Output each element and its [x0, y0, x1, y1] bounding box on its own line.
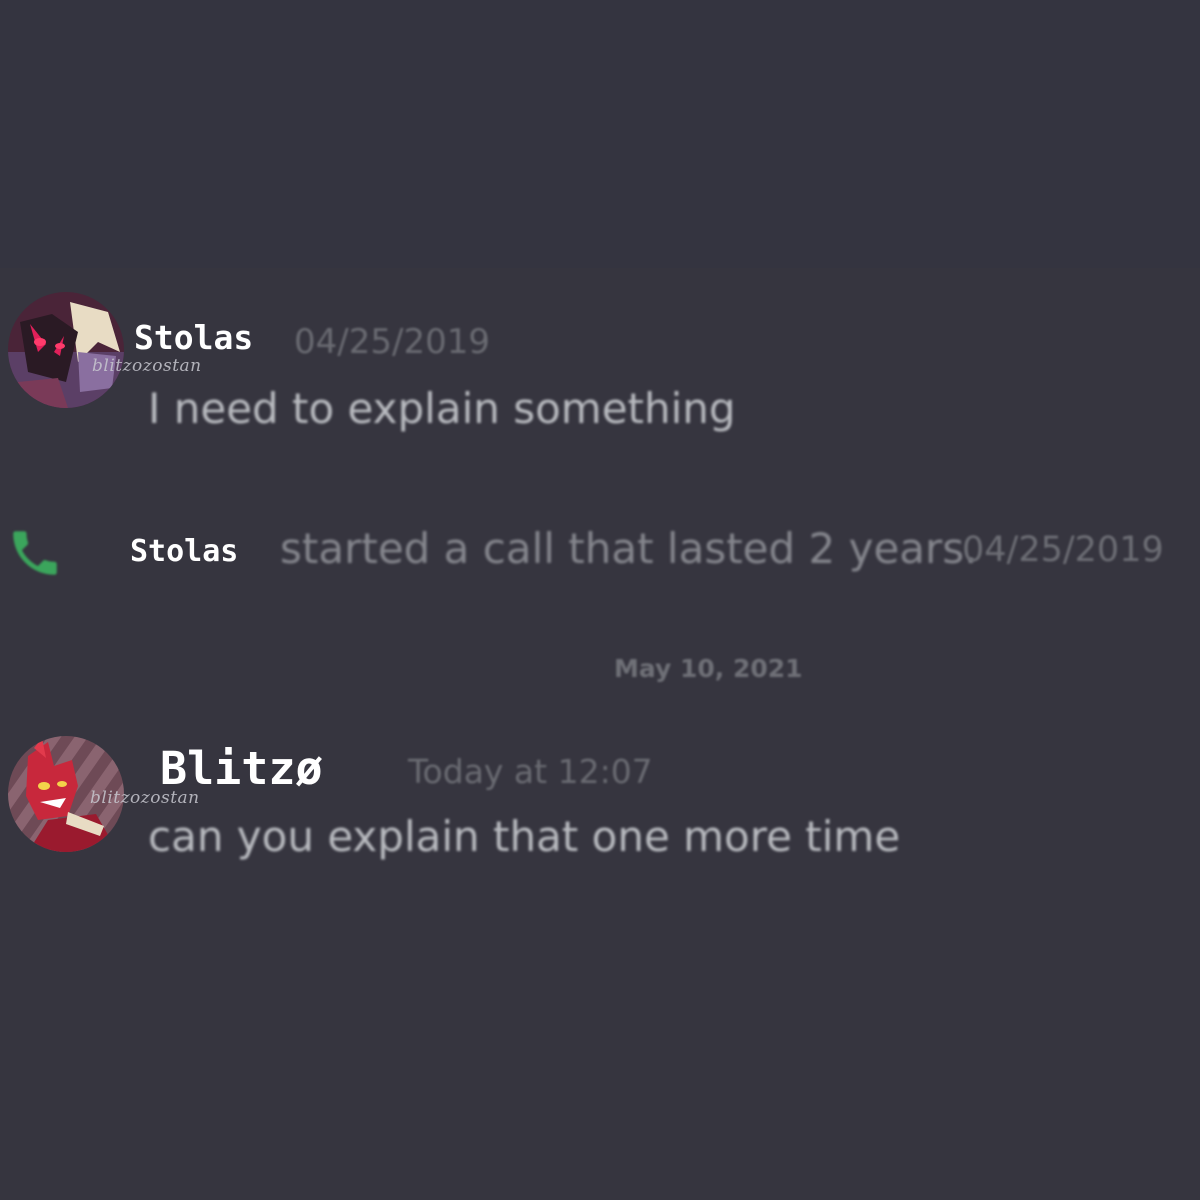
- message-text: I need to explain something: [148, 384, 736, 433]
- avatar-watermark: blitzozostan: [92, 356, 202, 376]
- message-timestamp: 04/25/2019: [294, 322, 490, 362]
- call-description: started a call that lasted 2 years.: [280, 524, 978, 573]
- avatar-stolas[interactable]: [8, 292, 124, 408]
- chat-background-top: [0, 0, 1200, 268]
- chat-view: blitzozostan Stolas 04/25/2019 I need to…: [0, 0, 1200, 1200]
- message-timestamp: Today at 12:07: [408, 752, 653, 791]
- call-username[interactable]: Stolas: [130, 534, 238, 569]
- username-blitzo[interactable]: Blitzø: [160, 742, 323, 795]
- message-text: can you explain that one more time: [148, 812, 901, 861]
- username-stolas[interactable]: Stolas: [134, 318, 253, 357]
- date-divider: May 10, 2021: [614, 654, 803, 683]
- call-timestamp: 04/25/2019: [962, 530, 1164, 570]
- phone-icon: [6, 524, 64, 582]
